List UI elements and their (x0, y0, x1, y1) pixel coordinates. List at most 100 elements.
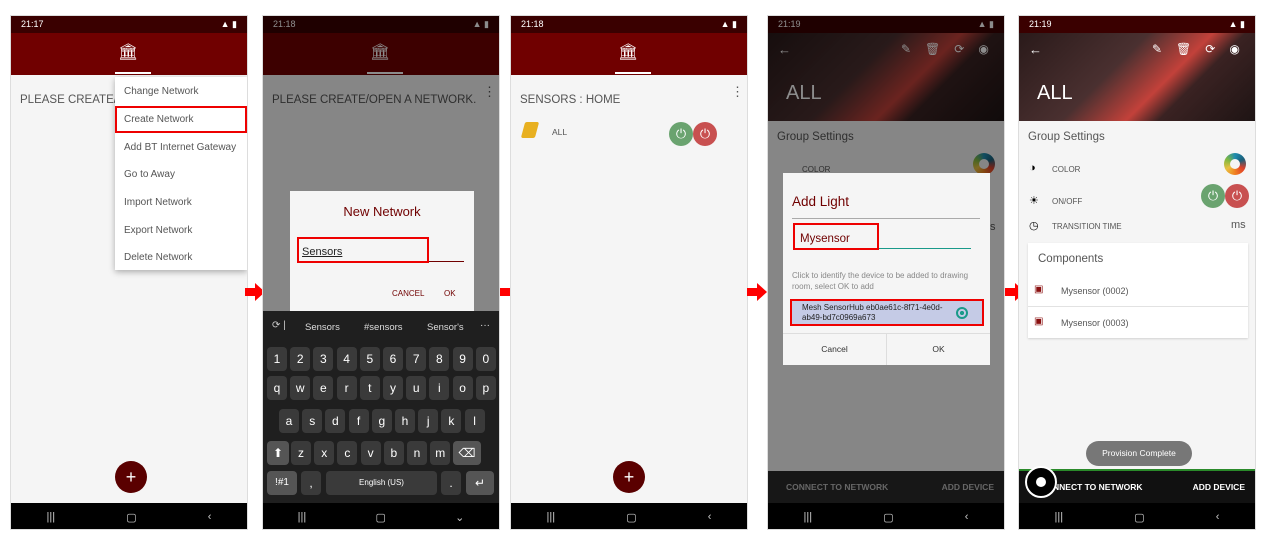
back-icon[interactable]: ← (1029, 42, 1042, 57)
key[interactable]: k (441, 409, 462, 433)
recent-apps-icon[interactable]: ||| (547, 511, 556, 523)
key[interactable]: 3 (313, 347, 334, 371)
back-icon[interactable]: ‹ (1216, 511, 1220, 523)
recent-apps-icon[interactable]: ||| (1055, 511, 1064, 523)
group-name[interactable]: ALL (552, 127, 567, 137)
key[interactable]: f (348, 409, 369, 433)
key[interactable]: g (371, 409, 392, 433)
menu-import-network[interactable]: Import Network (124, 197, 192, 208)
group-title: ALL (1037, 82, 1073, 104)
power-off-button[interactable]: ⏻ (693, 122, 717, 146)
key[interactable]: v (360, 441, 381, 465)
power-on-button[interactable]: ⏻ (1201, 184, 1225, 208)
space-key[interactable]: English (US) (326, 471, 437, 495)
recent-apps-icon[interactable]: ||| (804, 511, 813, 523)
back-icon[interactable]: ‹ (708, 511, 712, 523)
backspace-key[interactable]: ⌫ (453, 441, 481, 465)
suggestion[interactable]: Sensors (305, 322, 340, 333)
device-option[interactable]: Mesh SensorHub eb0ae61c-8f71-4e0d-ab49-b… (790, 299, 984, 326)
home-icon[interactable]: ▢ (126, 511, 136, 524)
menu-add-gateway[interactable]: Add BT Internet Gateway (124, 142, 236, 153)
key[interactable]: s (302, 409, 323, 433)
key[interactable]: m (430, 441, 451, 465)
menu-delete-network[interactable]: Delete Network (124, 252, 192, 263)
add-button[interactable]: + (115, 461, 147, 493)
menu-go-away[interactable]: Go to Away (124, 169, 175, 180)
key[interactable]: 4 (336, 347, 357, 371)
clipboard-icon[interactable]: ⟳ | (272, 320, 286, 331)
more-suggestions[interactable]: ··· (480, 320, 490, 331)
power-on-button[interactable]: ⏻ (669, 122, 693, 146)
back-icon[interactable]: ‹ (208, 511, 212, 523)
key[interactable]: 2 (290, 347, 311, 371)
key[interactable]: h (395, 409, 415, 433)
dialog-hint: Click to identify the device to be added… (792, 271, 969, 291)
key[interactable]: 8 (429, 347, 450, 371)
key[interactable]: c (337, 441, 358, 465)
key[interactable]: a (279, 409, 299, 433)
menu-export-network[interactable]: Export Network (124, 225, 192, 236)
key[interactable]: 7 (406, 347, 427, 371)
symbols-key[interactable]: !#1 (267, 471, 297, 495)
key[interactable]: 6 (383, 347, 403, 371)
highlight-box (793, 223, 879, 250)
toast: Provision Complete (1086, 441, 1192, 466)
key[interactable]: w (290, 376, 311, 400)
key[interactable]: d (325, 409, 346, 433)
menu-change-network[interactable]: Change Network (124, 86, 198, 97)
key[interactable]: e (313, 376, 334, 400)
tab-indicator (115, 72, 151, 74)
enter-key[interactable]: ↵ (466, 471, 494, 495)
action-icons[interactable]: ✎🗑⟳◉ (1152, 42, 1254, 56)
key[interactable]: 0 (475, 347, 496, 371)
clock-icon: ◷ (1029, 220, 1039, 232)
key[interactable]: t (359, 376, 380, 400)
back-icon[interactable]: ‹ (965, 511, 969, 523)
key[interactable]: x (314, 441, 335, 465)
key[interactable]: o (452, 376, 473, 400)
cancel-button[interactable]: CANCEL (392, 289, 424, 298)
home-icon[interactable]: ▢ (883, 511, 893, 524)
more-icon[interactable]: ⋮ (731, 84, 744, 100)
add-device-button[interactable]: ADD DEVICE (1193, 482, 1245, 492)
key[interactable]: p (475, 376, 496, 400)
home-icon[interactable]: ▢ (375, 511, 385, 524)
color-wheel[interactable] (1224, 153, 1246, 175)
component-item[interactable]: Mysensor (0002) (1061, 286, 1129, 296)
shift-key[interactable]: ⬆ (267, 441, 289, 465)
key[interactable]: l (464, 409, 485, 433)
ok-button[interactable]: OK (887, 344, 990, 354)
key[interactable]: z (291, 441, 311, 465)
key[interactable]: i (429, 376, 450, 400)
power-off-button[interactable]: ⏻ (1225, 184, 1249, 208)
suggestion[interactable]: #sensors (364, 322, 403, 333)
suggestion[interactable]: Sensor's (427, 322, 464, 333)
key[interactable]: r (336, 376, 357, 400)
hide-keyboard-icon[interactable]: ⌄ (455, 511, 464, 524)
recent-apps-icon[interactable]: ||| (47, 511, 56, 523)
home-icon[interactable]: ▢ (626, 511, 636, 524)
nav-bar: ||| ▢ ‹ (11, 503, 247, 529)
radio-selected[interactable] (956, 307, 968, 319)
key[interactable]: 5 (359, 347, 380, 371)
network-icon[interactable]: 🏛 (618, 42, 638, 62)
key[interactable]: 9 (452, 347, 473, 371)
key[interactable]: q (267, 376, 287, 400)
key[interactable]: j (418, 409, 439, 433)
recent-apps-icon[interactable]: ||| (298, 511, 307, 523)
ok-button[interactable]: OK (444, 289, 456, 298)
network-icon[interactable]: 🏛 (118, 42, 138, 62)
component-item[interactable]: Mysensor (0003) (1061, 318, 1129, 328)
cancel-button[interactable]: Cancel (783, 344, 886, 354)
period-key[interactable]: . (441, 471, 461, 495)
connect-button[interactable]: NNECT TO NETWORK (1053, 482, 1143, 492)
key[interactable]: n (407, 441, 427, 465)
add-button[interactable]: + (613, 461, 645, 493)
comma-key[interactable]: , (301, 471, 321, 495)
key[interactable]: u (406, 376, 427, 400)
record-button[interactable] (1025, 466, 1057, 498)
key[interactable]: y (383, 376, 403, 400)
home-icon[interactable]: ▢ (1134, 511, 1144, 524)
key[interactable]: b (383, 441, 404, 465)
key[interactable]: 1 (267, 347, 287, 371)
